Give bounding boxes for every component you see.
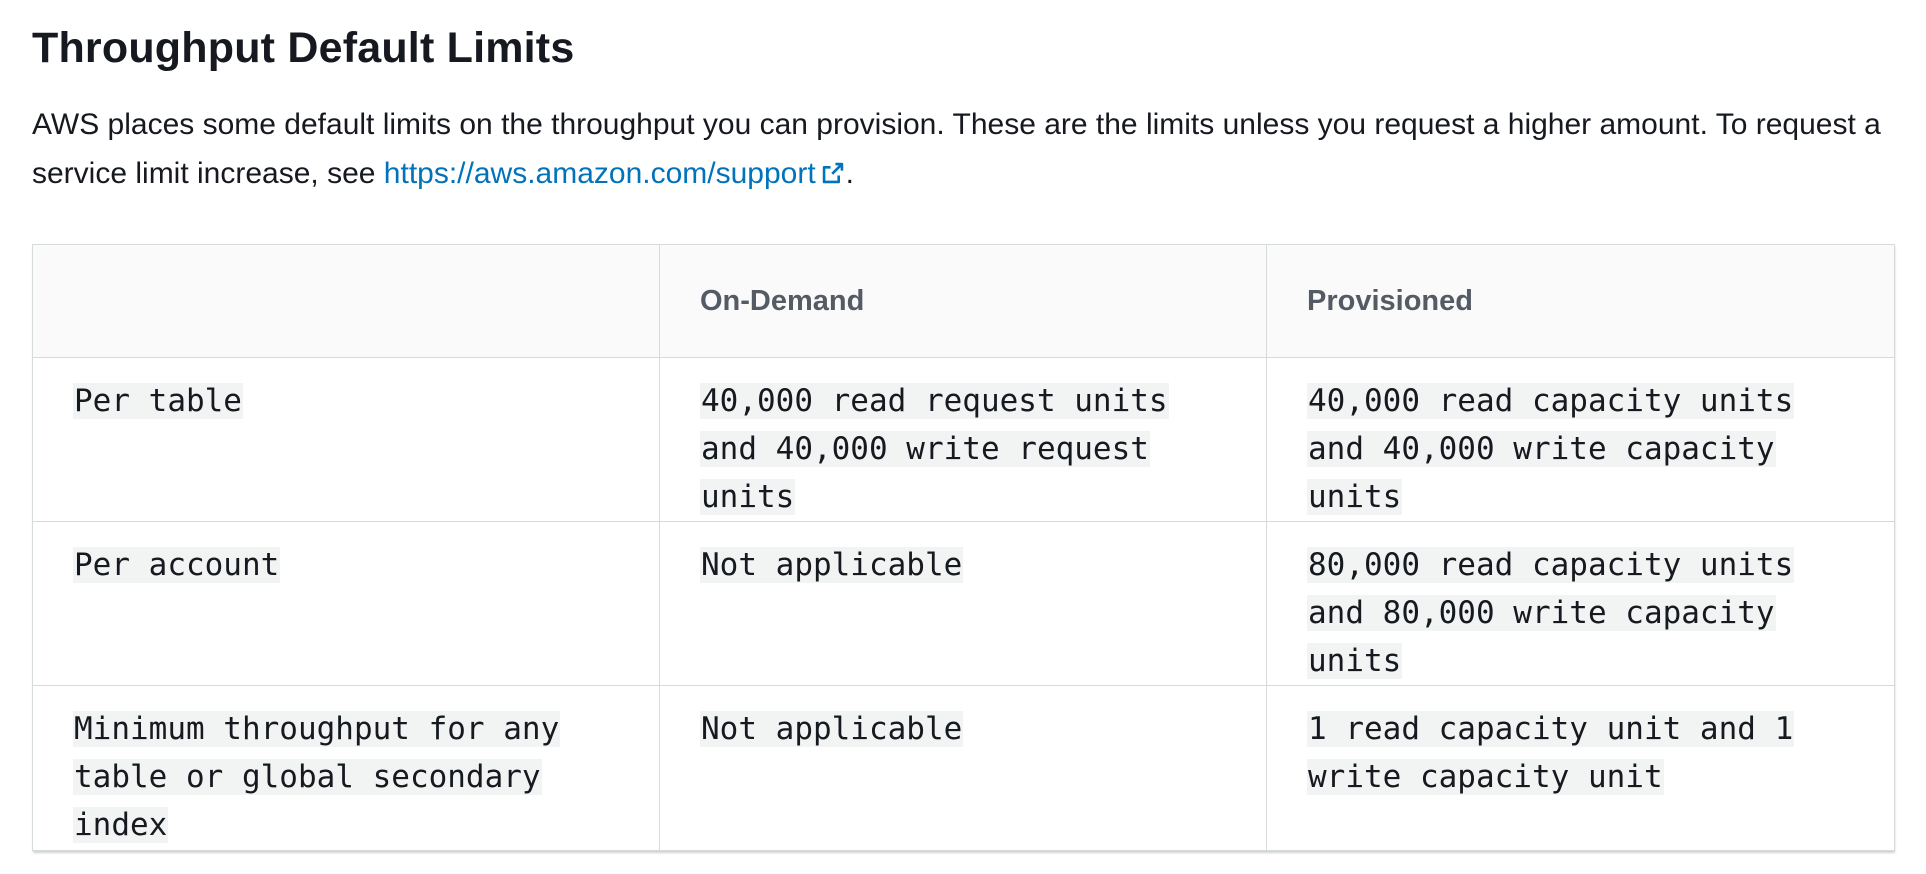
provisioned-cell: 1 read capacity unit and 1 write capacit… — [1266, 685, 1895, 851]
support-link-text[interactable]: https://aws.amazon.com/support — [384, 157, 816, 190]
header-empty — [32, 244, 660, 358]
table-row: Per account Not applicable 80,000 read c… — [32, 521, 1895, 686]
on-demand-cell: 40,000 read request units and 40,000 wri… — [659, 357, 1267, 522]
provisioned-value: 40,000 read capacity units and 40,000 wr… — [1307, 383, 1795, 515]
row-label-cell: Minimum throughput for any table or glob… — [32, 685, 660, 851]
table-row: Minimum throughput for any table or glob… — [32, 685, 1895, 851]
page-title: Throughput Default Limits — [32, 24, 575, 72]
limits-table-container: On-Demand Provisioned Per table 40,000 r… — [32, 244, 1895, 851]
row-label-cell: Per table — [32, 357, 660, 522]
on-demand-cell: Not applicable — [659, 521, 1267, 686]
on-demand-value: Not applicable — [700, 547, 964, 583]
intro-paragraph: AWS places some default limits on the th… — [32, 100, 1894, 198]
external-link-icon[interactable] — [820, 160, 846, 186]
trailing-period: . — [845, 157, 855, 190]
row-label: Per account — [73, 547, 281, 583]
provisioned-value: 80,000 read capacity units and 80,000 wr… — [1307, 547, 1795, 679]
support-link[interactable]: https://aws.amazon.com/support — [384, 157, 846, 190]
provisioned-cell: 40,000 read capacity units and 40,000 wr… — [1266, 357, 1895, 522]
on-demand-value: 40,000 read request units and 40,000 wri… — [700, 383, 1169, 515]
intro-text: AWS places some default limits on the th… — [32, 108, 1881, 190]
limits-table: On-Demand Provisioned Per table 40,000 r… — [32, 244, 1895, 851]
row-label-cell: Per account — [32, 521, 660, 686]
table-header-row: On-Demand Provisioned — [32, 244, 1895, 358]
on-demand-value: Not applicable — [700, 711, 964, 747]
provisioned-value: 1 read capacity unit and 1 write capacit… — [1307, 711, 1795, 795]
provisioned-cell: 80,000 read capacity units and 80,000 wr… — [1266, 521, 1895, 686]
table-row: Per table 40,000 read request units and … — [32, 357, 1895, 522]
header-provisioned: Provisioned — [1266, 244, 1895, 358]
header-on-demand: On-Demand — [659, 244, 1267, 358]
row-label: Per table — [73, 383, 243, 419]
content-area: Throughput Default Limits AWS places som… — [32, 0, 1894, 198]
on-demand-cell: Not applicable — [659, 685, 1267, 851]
row-label: Minimum throughput for any table or glob… — [73, 711, 561, 843]
